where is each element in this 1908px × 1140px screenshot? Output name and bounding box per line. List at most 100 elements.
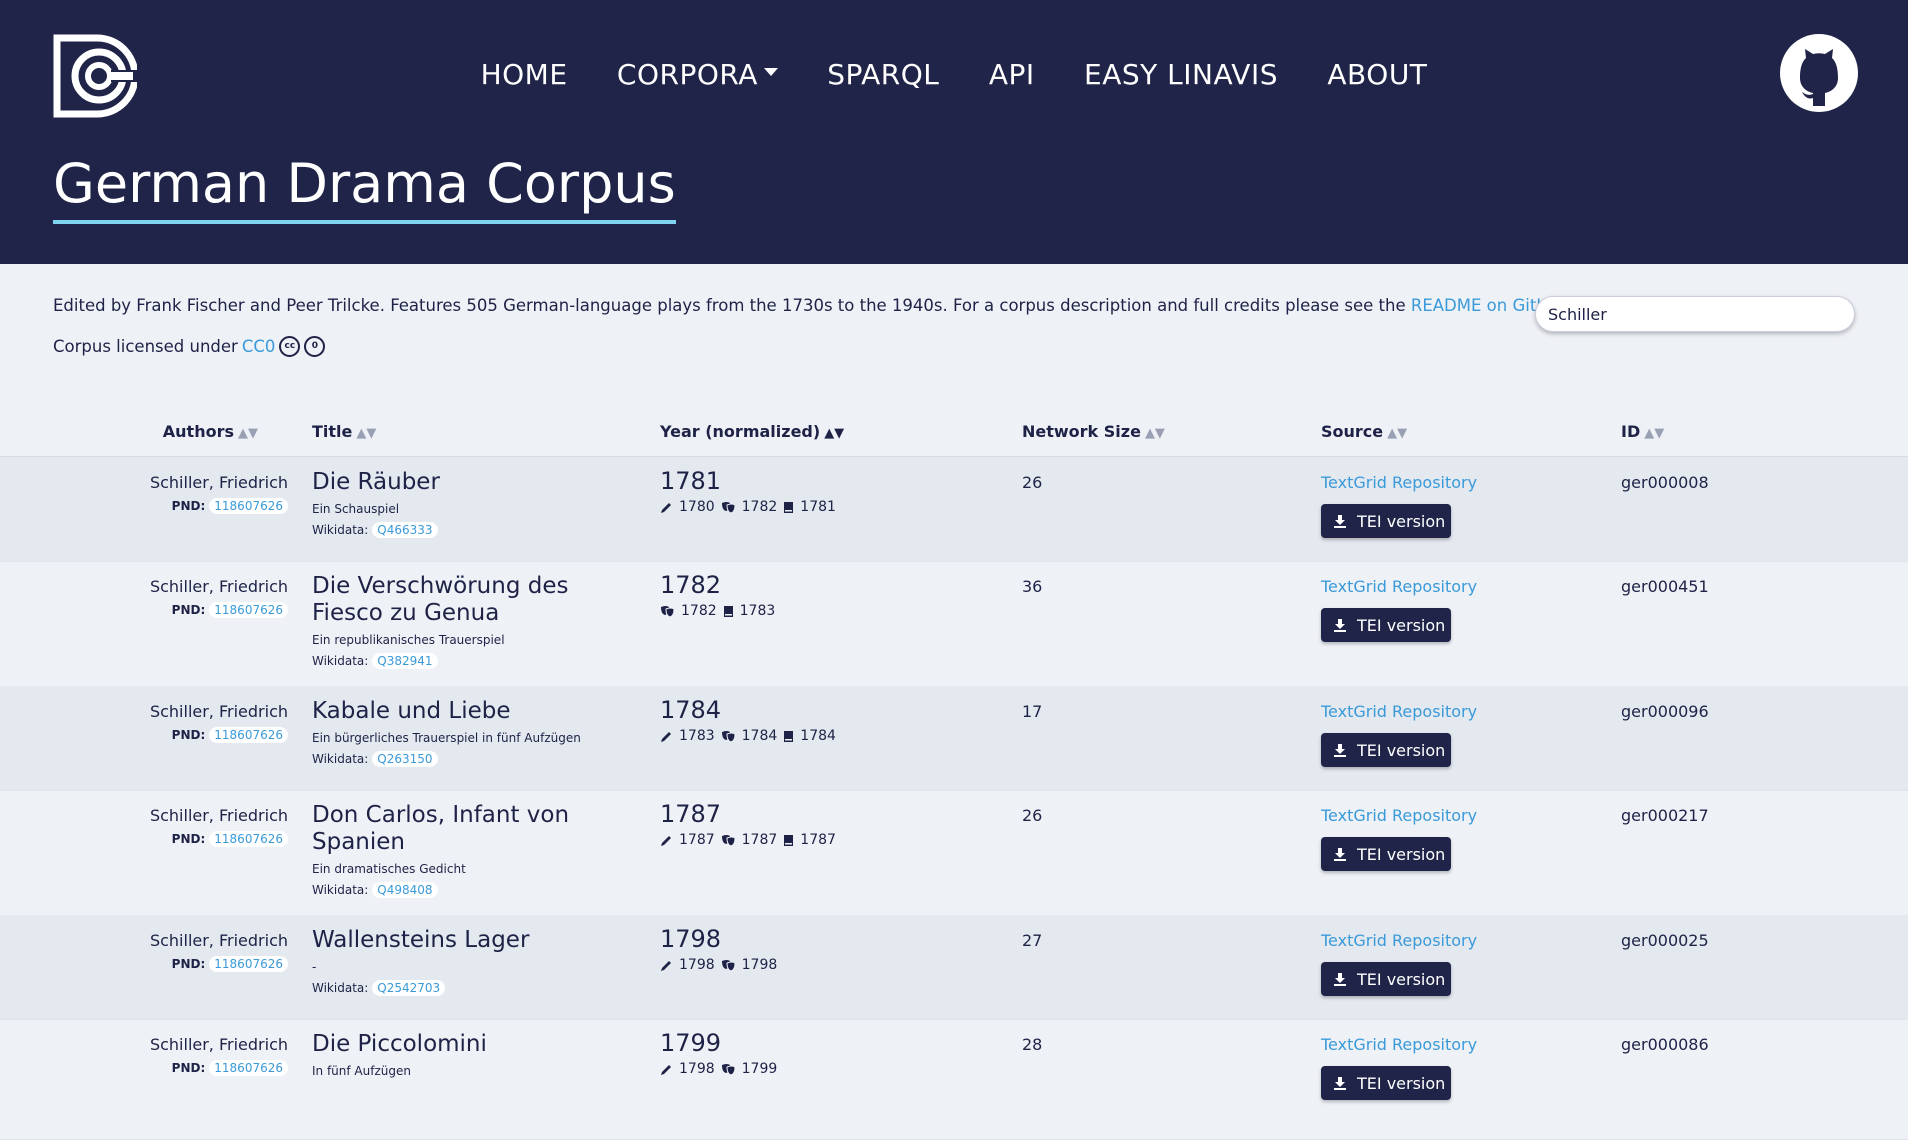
year-written: 1798: [679, 1061, 715, 1077]
theater-masks-icon: [721, 501, 736, 514]
col-authors[interactable]: Authors ▲▼: [163, 422, 258, 441]
play-title-link[interactable]: Don Carlos, Infant von Spanien: [312, 802, 612, 856]
year-cell: 1784 1783 1784 1784: [660, 696, 836, 744]
wikidata-label: Wikidata:: [312, 883, 369, 897]
tei-download-button[interactable]: TEI version: [1321, 837, 1451, 871]
play-subtitle: In fünf Aufzügen: [312, 1064, 411, 1078]
theater-masks-icon: [661, 605, 675, 618]
pnd-link[interactable]: 118607626: [209, 831, 288, 847]
play-title-link[interactable]: Wallensteins Lager: [312, 927, 612, 954]
download-icon: [1334, 619, 1346, 632]
title-cell: Kabale und Liebe Ein bürgerliches Trauers…: [312, 698, 612, 767]
source-link[interactable]: TextGrid Repository: [1321, 1035, 1477, 1054]
wikidata-link[interactable]: Q2542703: [372, 980, 446, 996]
play-title-link[interactable]: Die Verschwörung des Fiesco zu Genua: [312, 573, 612, 627]
license-prefix: Corpus licensed under: [53, 337, 238, 356]
year-details: 1798 1799: [660, 1061, 777, 1077]
pnd-link[interactable]: 118607626: [209, 1060, 288, 1076]
title-cell: Die Piccolomini In fünf Aufzügen: [312, 1031, 612, 1078]
year-cell: 1798 1798 1798: [660, 925, 777, 973]
source-link[interactable]: TextGrid Repository: [1321, 806, 1477, 825]
tei-button-label: TEI version: [1357, 1073, 1446, 1093]
year-details: 1780 1782 1781: [660, 499, 836, 515]
pnd-link[interactable]: 118607626: [209, 498, 288, 514]
tei-download-button[interactable]: TEI version: [1321, 962, 1451, 996]
nav-corpora-label: CORPORA: [616, 58, 758, 91]
nav-corpora[interactable]: CORPORA: [617, 58, 778, 91]
tei-button-label: TEI version: [1357, 511, 1446, 531]
network-size: 17: [1022, 702, 1043, 721]
play-title-link[interactable]: Kabale und Liebe: [312, 698, 612, 725]
sort-icon: ▲▼: [1644, 426, 1665, 441]
year-written: 1787: [679, 832, 715, 848]
col-title[interactable]: Title ▲▼: [312, 422, 376, 441]
col-authors-label: Authors: [162, 422, 234, 441]
tei-download-button[interactable]: TEI version: [1321, 1066, 1451, 1100]
source-cell: TextGrid Repository TEI version: [1321, 702, 1477, 767]
table-row: Schiller, Friedrich PND: 118607626 Die Vers…: [0, 561, 1908, 687]
source-cell: TextGrid Repository TEI version: [1321, 1035, 1477, 1100]
sort-icon: ▲▼: [1144, 426, 1165, 441]
wikidata-label: Wikidata:: [312, 523, 369, 537]
year-premiere: 1782: [741, 499, 778, 515]
pnd-label: PND:: [171, 728, 206, 742]
year-details: 1783 1784 1784: [660, 728, 836, 744]
pen-icon: [661, 1064, 671, 1075]
year-written: 1780: [679, 499, 715, 515]
sort-icon: ▲▼: [356, 426, 377, 441]
source-link[interactable]: TextGrid Repository: [1321, 577, 1477, 596]
pnd-link[interactable]: 118607626: [209, 727, 288, 743]
pen-icon: [661, 731, 671, 742]
wikidata-link[interactable]: Q466333: [372, 522, 438, 538]
title-cell: Die Verschwörung des Fiesco zu Genua Ein …: [312, 573, 612, 669]
col-id[interactable]: ID ▲▼: [1621, 422, 1664, 441]
nav-easy-linavis[interactable]: EASY LINAVIS: [1084, 58, 1278, 91]
tei-download-button[interactable]: TEI version: [1321, 733, 1451, 767]
wikidata-link[interactable]: Q498408: [372, 882, 438, 898]
corpus-description: Edited by Frank Fischer and Peer Trilcke…: [53, 296, 1575, 315]
play-id: ger000025: [1621, 931, 1709, 950]
year-print: 1783: [739, 603, 776, 619]
theater-masks-icon: [721, 730, 736, 743]
author-name: Schiller, Friedrich: [149, 1035, 288, 1054]
source-link[interactable]: TextGrid Repository: [1321, 931, 1477, 950]
wikidata-link[interactable]: Q263150: [372, 751, 438, 767]
col-source[interactable]: Source ▲▼: [1321, 422, 1407, 441]
source-cell: TextGrid Repository TEI version: [1321, 806, 1477, 871]
theater-masks-icon: [721, 834, 736, 847]
play-title-link[interactable]: Die Räuber: [312, 469, 612, 496]
book-icon: [784, 730, 794, 742]
nav-about[interactable]: ABOUT: [1327, 58, 1427, 91]
cc0-link[interactable]: CC0: [242, 337, 276, 356]
author-cell: Schiller, Friedrich PND: 118607626: [150, 1035, 288, 1076]
download-icon: [1334, 744, 1346, 757]
play-subtitle: Ein dramatisches Gedicht: [312, 862, 466, 876]
nav-home[interactable]: HOME: [481, 58, 568, 91]
github-icon[interactable]: [1780, 34, 1858, 112]
nav-sparql[interactable]: SPARQL: [827, 58, 939, 91]
nav-api[interactable]: API: [989, 58, 1035, 91]
play-title-link[interactable]: Die Piccolomini: [312, 1031, 612, 1058]
col-network[interactable]: Network Size ▲▼: [1022, 422, 1165, 441]
play-subtitle: Ein republikanisches Trauerspiel: [312, 633, 505, 647]
pnd-link[interactable]: 118607626: [209, 956, 288, 972]
col-year[interactable]: Year (normalized) ▲▼: [660, 422, 844, 441]
source-link[interactable]: TextGrid Repository: [1321, 473, 1477, 492]
pen-icon: [661, 502, 671, 513]
wikidata-link[interactable]: Q382941: [372, 653, 438, 669]
pnd-label: PND:: [171, 603, 206, 617]
download-icon: [1334, 848, 1346, 861]
network-size: 26: [1022, 806, 1043, 825]
source-link[interactable]: TextGrid Repository: [1321, 702, 1477, 721]
search-input[interactable]: [1535, 296, 1855, 332]
pnd-link[interactable]: 118607626: [209, 602, 288, 618]
author-name: Schiller, Friedrich: [149, 473, 288, 492]
book-icon: [723, 605, 733, 617]
sort-icon: ▲▼: [1387, 426, 1408, 441]
title-cell: Wallensteins Lager - Wikidata: Q2542703: [312, 927, 612, 996]
tei-download-button[interactable]: TEI version: [1321, 504, 1451, 538]
col-year-label: Year (normalized): [660, 422, 821, 441]
tei-download-button[interactable]: TEI version: [1321, 608, 1451, 642]
author-name: Schiller, Friedrich: [149, 806, 288, 825]
chevron-down-icon: [763, 68, 778, 76]
